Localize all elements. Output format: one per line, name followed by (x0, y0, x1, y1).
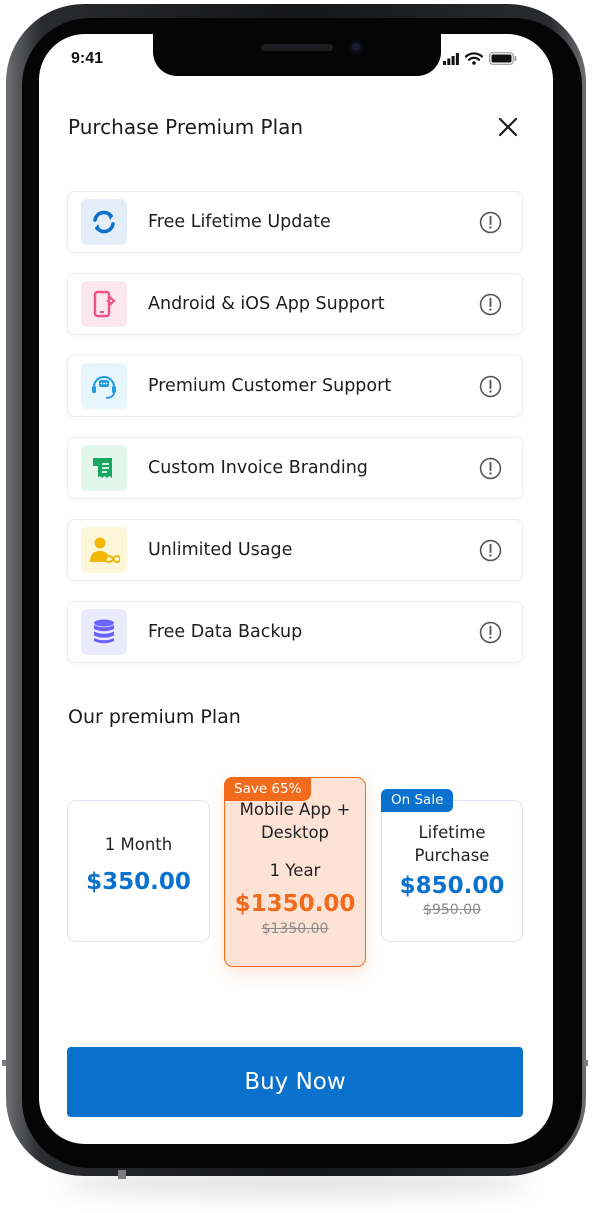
battery-icon (489, 52, 517, 65)
plan-name-line2: Purchase (414, 846, 490, 865)
invoice-icon (93, 458, 112, 478)
refresh-icon (93, 210, 115, 234)
screen: 9:41 Purchase Premium Plan Free Lifetime… (39, 34, 553, 1144)
camera-icon (349, 40, 363, 54)
bottom-button (118, 1170, 126, 1179)
feature-icon-box (81, 281, 127, 327)
feature-item-app-support: Android & iOS App Support (67, 273, 523, 335)
status-icons (443, 52, 517, 65)
info-icon[interactable] (479, 375, 502, 398)
side-button (2, 1060, 6, 1066)
feature-label: Free Lifetime Update (148, 212, 331, 232)
plan-price: $850.00 (399, 873, 505, 899)
page-title: Purchase Premium Plan (68, 115, 304, 139)
feature-icon-box (81, 363, 127, 409)
feature-icon-box (81, 609, 127, 655)
feature-item-unlimited-usage: Unlimited Usage (67, 519, 523, 581)
section-title: Our premium Plan (68, 706, 241, 728)
info-icon[interactable] (479, 621, 502, 644)
save-badge: Save 65% (224, 777, 312, 801)
info-icon[interactable] (479, 211, 502, 234)
plan-name-line1: Mobile App + (239, 800, 351, 819)
feature-label: Custom Invoice Branding (148, 458, 368, 478)
feature-icon-box (81, 199, 127, 245)
feature-label: Android & iOS App Support (148, 294, 385, 314)
feature-icon-box (81, 527, 127, 573)
feature-item-lifetime-update: Free Lifetime Update (67, 191, 523, 253)
headset-icon (92, 376, 116, 399)
on-sale-badge: On Sale (381, 789, 454, 812)
info-icon[interactable] (479, 293, 502, 316)
plan-card-year[interactable]: Save 65% Mobile App + Desktop 1 Year $13… (224, 777, 366, 967)
plan-duration: 1 Year (269, 861, 321, 880)
plan-name: 1 Month (104, 835, 173, 854)
plan-name-line2: Desktop (260, 823, 330, 842)
plan-old-price: $950.00 (423, 902, 481, 918)
feature-label: Unlimited Usage (148, 540, 293, 560)
plan-card-month[interactable]: 1 Month $350.00 (67, 800, 210, 942)
close-button[interactable] (493, 112, 523, 142)
plan-card-lifetime[interactable]: On Sale Lifetime Purchase $850.00 $950.0… (381, 789, 523, 942)
plan-name-line1: Lifetime (418, 823, 486, 842)
speaker-grille (261, 44, 333, 51)
plan-price: $350.00 (86, 869, 191, 895)
feature-list: Free Lifetime Update Android & iOS App S… (67, 191, 523, 683)
info-icon[interactable] (479, 457, 502, 480)
feature-item-customer-support: Premium Customer Support (67, 355, 523, 417)
signal-icon (443, 52, 459, 65)
feature-label: Free Data Backup (148, 622, 303, 642)
side-button (584, 1060, 588, 1066)
feature-icon-box (81, 445, 127, 491)
mobile-settings-icon (93, 290, 116, 318)
status-time: 9:41 (71, 50, 104, 67)
close-icon (498, 117, 518, 137)
plan-old-price: $1350.00 (261, 921, 329, 937)
wifi-icon (465, 52, 483, 65)
feature-item-invoice-branding: Custom Invoice Branding (67, 437, 523, 499)
buy-now-button[interactable]: Buy Now (67, 1047, 523, 1117)
feature-item-data-backup: Free Data Backup (67, 601, 523, 663)
notch (153, 34, 441, 76)
plan-price: $1350.00 (234, 891, 356, 917)
feature-label: Premium Customer Support (148, 376, 392, 396)
info-icon[interactable] (479, 539, 502, 562)
database-icon (94, 619, 114, 644)
user-infinity-icon (90, 537, 120, 563)
